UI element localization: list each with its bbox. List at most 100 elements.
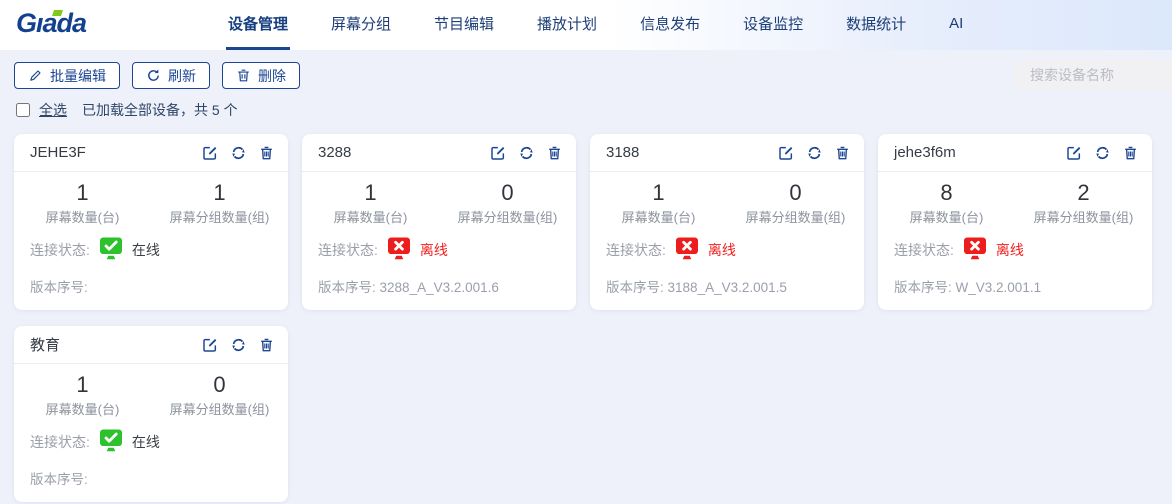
tab-data-stats[interactable]: 数据统计 (844, 0, 908, 50)
select-all-checkbox[interactable] (16, 103, 30, 117)
trash-icon[interactable] (259, 337, 274, 353)
version-value: W_V3.2.001.1 (956, 280, 1042, 295)
screen-count-stat: 1 屏幕数量(台) (14, 373, 151, 418)
tab-screen-group[interactable]: 屏幕分组 (329, 0, 393, 50)
tab-program-edit[interactable]: 节目编辑 (432, 0, 496, 50)
status-label: 连接状态: (894, 240, 954, 260)
screen-count-value: 1 (14, 181, 151, 205)
refresh-icon[interactable] (1094, 145, 1111, 161)
trash-icon[interactable] (1123, 145, 1138, 161)
version-row: 版本序号: (30, 276, 288, 296)
group-count-stat: 0 屏幕分组数量(组) (727, 181, 864, 226)
device-name: JEHE3F (30, 144, 86, 161)
connection-status-row: 连接状态: 离线 (606, 237, 864, 263)
version-row: 版本序号: 3288_A_V3.2.001.6 (318, 276, 576, 296)
batch-edit-label: 批量编辑 (50, 66, 106, 86)
device-name: 3188 (606, 144, 639, 161)
edit-icon[interactable] (202, 337, 218, 353)
select-all-label[interactable]: 全选 (39, 100, 67, 120)
device-name: 教育 (30, 334, 60, 355)
toolbar: 批量编辑 刷新 删除 (0, 50, 1172, 89)
screen-count-value: 1 (590, 181, 727, 205)
connection-status-row: 连接状态: 在线 (30, 237, 288, 263)
screen-count-stat: 1 屏幕数量(台) (302, 181, 439, 226)
device-card: 3188 1 屏幕数量(台) 0 屏幕分组数量(组) (590, 134, 864, 310)
version-row: 版本序号: W_V3.2.001.1 (894, 276, 1152, 296)
screen-count-stat: 8 屏幕数量(台) (878, 181, 1015, 226)
device-card: 教育 1 屏幕数量(台) 0 屏幕分组数量(组) (14, 326, 288, 502)
tab-play-plan[interactable]: 播放计划 (535, 0, 599, 50)
monitor-offline-icon (386, 237, 412, 263)
giada-logo: Gıada (16, 8, 126, 50)
screen-count-value: 1 (14, 373, 151, 397)
edit-icon[interactable] (778, 145, 794, 161)
refresh-button[interactable]: 刷新 (132, 62, 210, 89)
tab-device-management[interactable]: 设备管理 (226, 0, 290, 50)
version-row: 版本序号: 3188_A_V3.2.001.5 (606, 276, 864, 296)
trash-icon[interactable] (835, 145, 850, 161)
edit-icon[interactable] (490, 145, 506, 161)
tab-info-publish[interactable]: 信息发布 (638, 0, 702, 50)
version-label: 版本序号: (30, 280, 88, 295)
status-text: 离线 (708, 240, 736, 260)
group-count-stat: 0 屏幕分组数量(组) (151, 373, 288, 418)
version-value: 3288_A_V3.2.001.6 (380, 280, 499, 295)
edit-icon[interactable] (202, 145, 218, 161)
group-count-label: 屏幕分组数量(组) (1015, 207, 1152, 226)
search-input[interactable] (1012, 60, 1172, 90)
card-header: 教育 (14, 326, 288, 364)
version-label: 版本序号: (606, 280, 664, 295)
trash-icon[interactable] (259, 145, 274, 161)
screen-count-stat: 1 屏幕数量(台) (14, 181, 151, 226)
screen-count-stat: 1 屏幕数量(台) (590, 181, 727, 226)
group-count-stat: 1 屏幕分组数量(组) (151, 181, 288, 226)
status-text: 在线 (132, 432, 160, 452)
screen-count-label: 屏幕数量(台) (14, 399, 151, 418)
top-header: Gıada 设备管理屏幕分组节目编辑播放计划信息发布设备监控数据统计 AI (0, 0, 1172, 50)
card-stats: 1 屏幕数量(台) 0 屏幕分组数量(组) (302, 181, 576, 226)
refresh-icon[interactable] (230, 337, 247, 353)
card-header: jehe3f6m (878, 134, 1152, 172)
refresh-icon (146, 68, 161, 83)
screen-count-label: 屏幕数量(台) (878, 207, 1015, 226)
connection-status-row: 连接状态: 离线 (318, 237, 576, 263)
group-count-value: 0 (727, 181, 864, 205)
group-count-stat: 0 屏幕分组数量(组) (439, 181, 576, 226)
group-count-label: 屏幕分组数量(组) (151, 207, 288, 226)
status-label: 连接状态: (606, 240, 666, 260)
batch-edit-button[interactable]: 批量编辑 (14, 62, 120, 89)
delete-label: 删除 (258, 66, 286, 86)
card-header: 3188 (590, 134, 864, 172)
tab-ai[interactable]: AI (947, 0, 965, 50)
card-actions (202, 145, 274, 161)
version-row: 版本序号: (30, 468, 288, 488)
refresh-icon[interactable] (230, 145, 247, 161)
refresh-icon[interactable] (518, 145, 535, 161)
refresh-icon[interactable] (806, 145, 823, 161)
card-actions (202, 337, 274, 353)
status-text: 离线 (420, 240, 448, 260)
pencil-icon (28, 68, 43, 83)
version-label: 版本序号: (894, 280, 952, 295)
trash-icon[interactable] (547, 145, 562, 161)
card-header: 3288 (302, 134, 576, 172)
version-value: 3188_A_V3.2.001.5 (668, 280, 787, 295)
connection-status-row: 连接状态: 在线 (30, 429, 288, 455)
monitor-online-icon (98, 429, 124, 455)
card-stats: 8 屏幕数量(台) 2 屏幕分组数量(组) (878, 181, 1152, 226)
tab-device-monitor[interactable]: 设备监控 (741, 0, 805, 50)
refresh-label: 刷新 (168, 66, 196, 86)
screen-count-value: 8 (878, 181, 1015, 205)
card-stats: 1 屏幕数量(台) 1 屏幕分组数量(组) (14, 181, 288, 226)
status-text: 在线 (132, 240, 160, 260)
device-card: JEHE3F 1 屏幕数量(台) 1 屏幕分组数量(组) (14, 134, 288, 310)
card-stats: 1 屏幕数量(台) 0 屏幕分组数量(组) (590, 181, 864, 226)
logo-green-accent (52, 10, 63, 16)
monitor-online-icon (98, 237, 124, 263)
group-count-value: 2 (1015, 181, 1152, 205)
device-name: 3288 (318, 144, 351, 161)
nav-tabs: 设备管理屏幕分组节目编辑播放计划信息发布设备监控数据统计 AI (226, 0, 965, 50)
edit-icon[interactable] (1066, 145, 1082, 161)
status-text: 离线 (996, 240, 1024, 260)
delete-button[interactable]: 删除 (222, 62, 300, 89)
